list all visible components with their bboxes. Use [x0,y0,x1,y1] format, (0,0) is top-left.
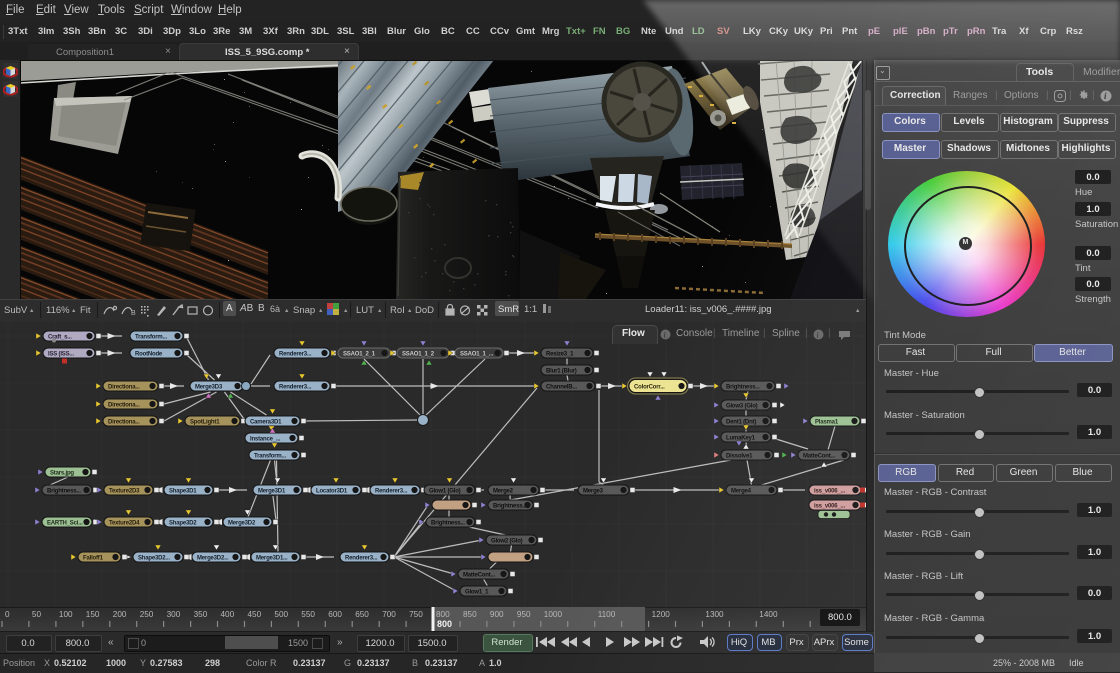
svg-text:Merge3D1...: Merge3D1... [256,555,288,561]
svg-text:750: 750 [409,610,423,619]
svg-text:Brightness...: Brightness... [726,384,760,390]
svg-text:Merge3D2: Merge3D2 [228,520,256,526]
svg-text:ISS (ISS...: ISS (ISS... [48,351,74,357]
svg-text:ColorCorr...: ColorCorr... [634,384,665,390]
svg-text:0: 0 [5,610,10,619]
svg-text:iss_v006_...: iss_v006_... [814,488,845,494]
svg-text:B: B [131,310,136,317]
svg-text:Brightness...: Brightness... [431,520,465,526]
svg-text:Glow3 (Glo): Glow3 (Glo) [726,403,758,409]
svg-text:RootNode: RootNode [135,351,163,357]
svg-text:Merge4: Merge4 [731,488,752,494]
svg-text:Directiona...: Directiona... [108,419,140,425]
svg-text:Glow1 (Glo): Glow1 (Glo) [429,488,461,494]
svg-text:550: 550 [301,610,315,619]
svg-text:SSAO1_1_...: SSAO1_1_... [460,351,494,357]
svg-text:350: 350 [194,610,208,619]
svg-text:1400: 1400 [759,610,778,619]
svg-text:iss_v006_...: iss_v006_... [814,503,845,509]
svg-text:Falloff1: Falloff1 [83,555,104,561]
svg-text:MatteCont...: MatteCont... [463,572,495,578]
svg-text:Instance_...: Instance_... [250,436,281,442]
svg-text:150: 150 [86,610,100,619]
svg-text:950: 950 [517,610,531,619]
svg-text:Transform...: Transform... [254,453,286,459]
svg-text:100: 100 [59,610,73,619]
svg-text:Dent1 (Dnt): Dent1 (Dnt) [726,419,756,425]
svg-text:ChannelB...: ChannelB... [546,384,577,390]
svg-text:i: i [664,331,666,340]
svg-text:LumaKey1: LumaKey1 [726,435,756,441]
svg-text:Brightness...: Brightness... [47,488,81,494]
svg-text:SSAO1_2_1: SSAO1_2_1 [343,351,376,357]
svg-text:Shape3D1: Shape3D1 [169,488,197,494]
svg-text:250: 250 [140,610,154,619]
svg-text:1000: 1000 [544,610,563,619]
svg-text:Renderer3...: Renderer3... [345,555,378,561]
svg-text:300: 300 [167,610,181,619]
svg-text:850: 850 [463,610,477,619]
svg-text:Transform...: Transform... [135,334,167,340]
svg-text:Craft_s...: Craft_s... [48,334,72,340]
svg-text:Glow2 (Glo): Glow2 (Glo) [491,538,523,544]
svg-text:450: 450 [248,610,262,619]
svg-text:Camera3D1: Camera3D1 [250,419,282,425]
svg-text:Directiona...: Directiona... [108,384,140,390]
svg-text:Shape3D2...: Shape3D2... [138,555,170,561]
svg-text:1200: 1200 [652,610,671,619]
svg-text:Merge3D1: Merge3D1 [258,488,286,494]
svg-text:1300: 1300 [705,610,724,619]
svg-text:SSAO1_1_2: SSAO1_1_2 [402,351,435,357]
svg-text:650: 650 [355,610,369,619]
svg-text:Merge2: Merge2 [493,488,514,494]
svg-text:800: 800 [437,619,452,629]
svg-text:600: 600 [328,610,342,619]
svg-text:Directiona...: Directiona... [108,402,140,408]
svg-text:Renderer3...: Renderer3... [279,351,312,357]
svg-text:Locator3D1: Locator3D1 [316,488,348,494]
svg-text:Merge3: Merge3 [583,488,604,494]
svg-text:200: 200 [113,610,127,619]
svg-text:500: 500 [274,610,288,619]
svg-text:Texture2D3: Texture2D3 [109,488,140,494]
svg-text:Brightness...: Brightness... [493,503,527,509]
svg-text:Glow1_1: Glow1_1 [465,589,489,595]
svg-text:Texture2D4: Texture2D4 [109,520,140,526]
svg-text:MatteCont...: MatteCont... [803,453,835,459]
svg-text:Merge3D2...: Merge3D2... [197,555,229,561]
svg-text:Stars.jpg: Stars.jpg [50,470,74,476]
svg-text:EARTH_Sci...: EARTH_Sci... [47,520,83,526]
svg-text:i: i [817,331,819,340]
svg-text:SpotLight1: SpotLight1 [190,419,220,425]
svg-text:800: 800 [436,610,450,619]
svg-text:Shape3D2: Shape3D2 [169,520,197,526]
svg-text:Renderer3...: Renderer3... [279,384,312,390]
svg-text:Dissolve1: Dissolve1 [726,453,753,459]
svg-text:Resize3_1: Resize3_1 [546,351,574,357]
svg-text:1100: 1100 [598,610,616,619]
svg-text:Blur1 (Blur): Blur1 (Blur) [546,368,577,374]
svg-text:50: 50 [32,610,42,619]
svg-text:400: 400 [221,610,235,619]
svg-text:700: 700 [382,610,396,619]
svg-text:Merge3D3: Merge3D3 [195,384,223,390]
svg-text:Plasma1: Plasma1 [815,419,839,425]
svg-text:900: 900 [490,610,504,619]
svg-text:Renderer3...: Renderer3... [375,488,408,494]
